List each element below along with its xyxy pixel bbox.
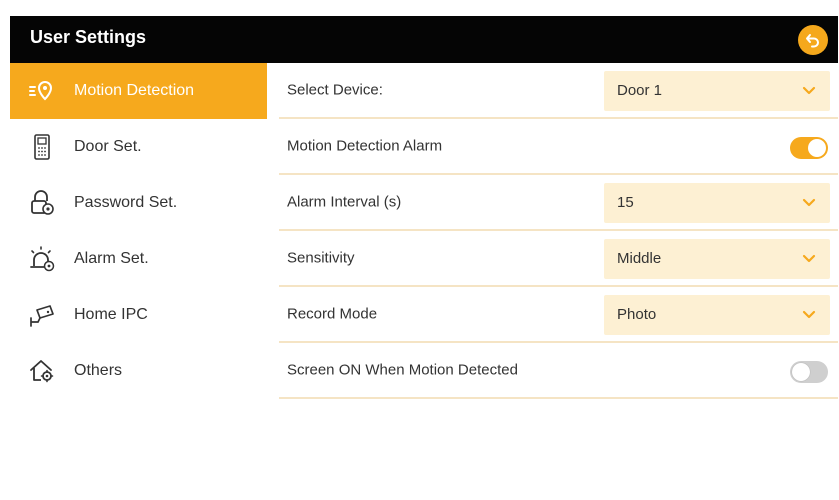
- sidebar-item-label: Password Set.: [74, 194, 178, 211]
- home-gear-icon: [28, 357, 56, 385]
- sidebar-item-label: Home IPC: [74, 306, 148, 323]
- motion-sensor-icon: [28, 77, 56, 105]
- screen-on-toggle[interactable]: [790, 361, 828, 383]
- chevron-down-icon: [802, 310, 816, 319]
- screen-on-label: Screen ON When Motion Detected: [287, 361, 518, 379]
- sensitivity-value: Middle: [617, 250, 662, 267]
- toggle-knob: [792, 363, 810, 381]
- sidebar-item-alarm-set[interactable]: Alarm Set.: [10, 231, 267, 287]
- sidebar-item-label: Alarm Set.: [74, 250, 149, 267]
- alarm-interval-label: Alarm Interval (s): [287, 193, 402, 211]
- sidebar-item-others[interactable]: Others: [10, 343, 267, 399]
- sidebar-item-label: Others: [74, 362, 123, 379]
- record-mode-label: Record Mode: [287, 305, 378, 323]
- alarm-interval-dropdown[interactable]: 15: [604, 183, 830, 223]
- sidebar-item-label: Door Set.: [74, 138, 142, 155]
- alarm-interval-value: 15: [617, 194, 634, 211]
- back-button[interactable]: [798, 25, 828, 55]
- back-arrow-icon: [806, 34, 819, 48]
- motion-alarm-label: Motion Detection Alarm: [287, 137, 443, 155]
- sensitivity-label: Sensitivity: [287, 249, 355, 267]
- select-device-value: Door 1: [617, 82, 663, 99]
- select-device-label: Select Device:: [287, 81, 383, 99]
- sensitivity-row: Sensitivity Middle: [279, 231, 838, 287]
- sidebar-item-motion-detection[interactable]: Motion Detection: [10, 63, 267, 119]
- select-device-dropdown[interactable]: Door 1: [604, 71, 830, 111]
- select-device-row: Select Device: Door 1: [279, 63, 838, 119]
- sidebar-item-label: Motion Detection: [74, 82, 195, 99]
- chevron-down-icon: [802, 86, 816, 95]
- motion-alarm-row: Motion Detection Alarm: [279, 119, 838, 175]
- sidebar-item-door-set[interactable]: Door Set.: [10, 119, 267, 175]
- toggle-knob: [808, 139, 826, 157]
- lock-icon: [28, 189, 56, 217]
- sensitivity-dropdown[interactable]: Middle: [604, 239, 830, 279]
- alarm-interval-row: Alarm Interval (s) 15: [279, 175, 838, 231]
- record-mode-dropdown[interactable]: Photo: [604, 295, 830, 335]
- settings-panel: Select Device: Door 1 Motion Detection A…: [279, 63, 838, 500]
- record-mode-value: Photo: [617, 306, 657, 323]
- alarm-icon: [28, 245, 56, 273]
- chevron-down-icon: [802, 254, 816, 263]
- door-station-icon: [28, 133, 56, 161]
- header-bar: User Settings: [10, 16, 838, 63]
- sidebar: Motion Detection Door Set. Password Set.…: [10, 63, 267, 500]
- camera-icon: [28, 301, 56, 329]
- settings-screen: User Settings Motion Detection Door Set.…: [10, 16, 838, 500]
- motion-alarm-toggle[interactable]: [790, 137, 828, 159]
- sidebar-item-password-set[interactable]: Password Set.: [10, 175, 267, 231]
- screen-on-row: Screen ON When Motion Detected: [279, 343, 838, 399]
- page-title: User Settings: [30, 27, 147, 47]
- chevron-down-icon: [802, 198, 816, 207]
- sidebar-item-home-ipc[interactable]: Home IPC: [10, 287, 267, 343]
- record-mode-row: Record Mode Photo: [279, 287, 838, 343]
